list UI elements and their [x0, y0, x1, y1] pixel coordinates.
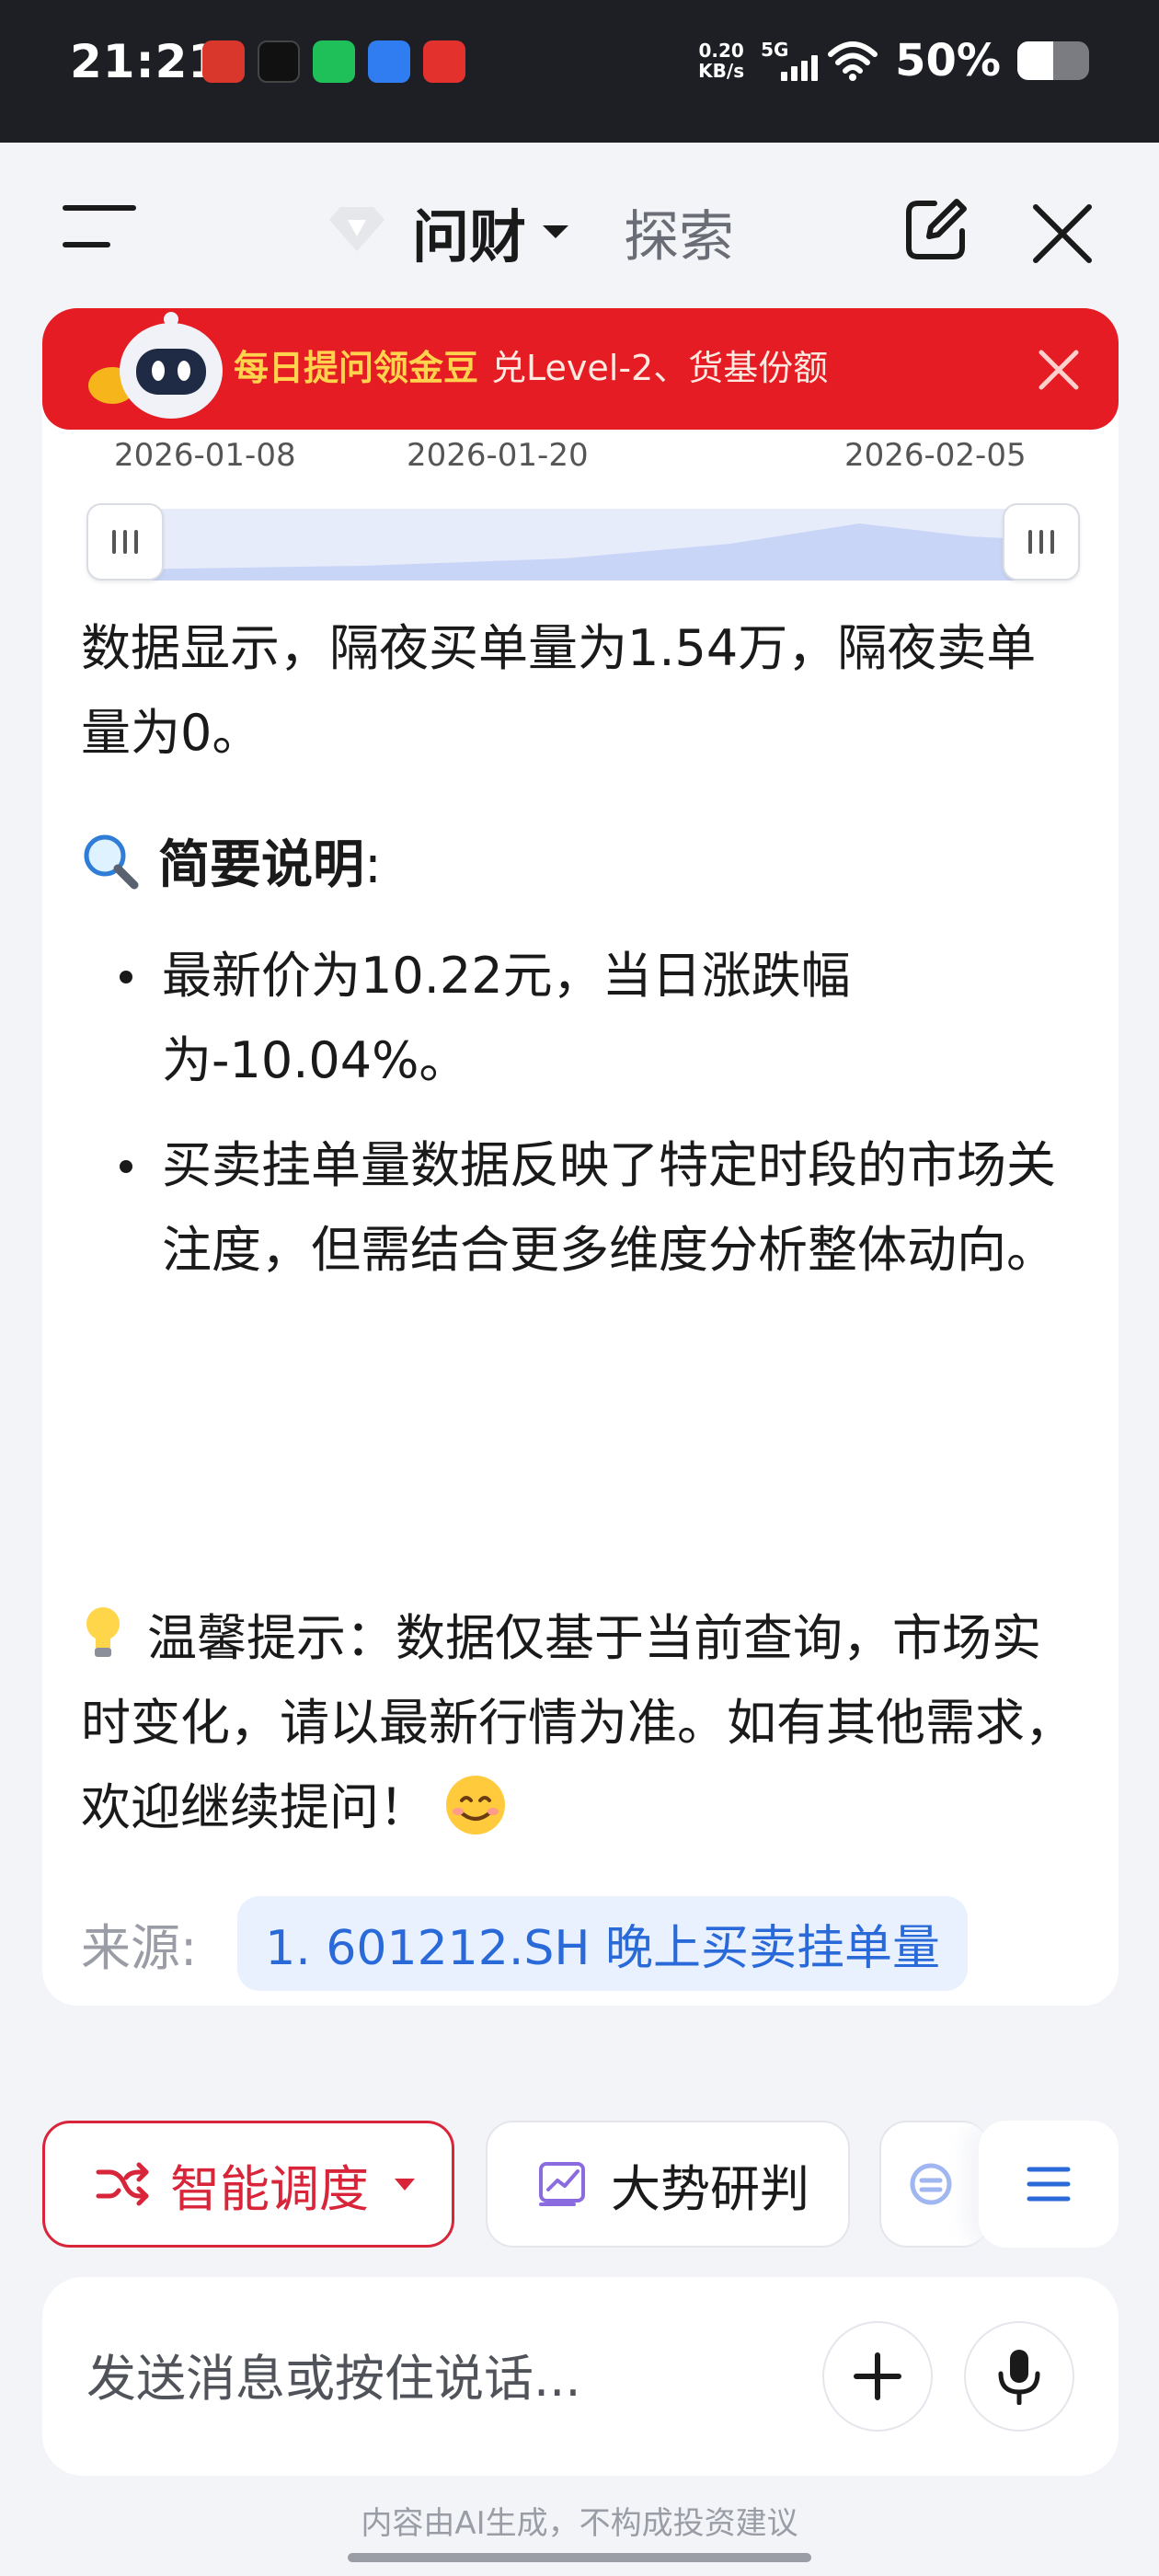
smile-emoji-icon: [446, 1776, 505, 1834]
tip-text: 温馨提示：数据仅基于当前查询，市场实时变化，请以最新行情为准。如有其他需求，欢迎…: [81, 1609, 1074, 1836]
summary-heading-colon: :: [364, 835, 382, 895]
range-preview-area: [123, 509, 1043, 581]
banner-close-icon[interactable]: [1036, 347, 1082, 393]
network-speed: 0.20 KB/s: [698, 40, 744, 81]
answer-paragraph: 数据显示，隔夜买单量为1.54万，隔夜卖单量为0。: [81, 619, 1037, 762]
source-label: 来源:: [81, 1919, 198, 1977]
summary-heading-text: 简要说明: [158, 835, 364, 895]
title-dropdown[interactable]: 问财: [412, 190, 569, 273]
status-time: 21:21: [70, 35, 222, 88]
banner-title: 每日提问领金豆: [234, 348, 479, 388]
summary-list: 最新价为10.22元，当日涨跌幅为-10.04%。 买卖挂单量数据反映了特定时段…: [81, 934, 1084, 1313]
signal-icon: 5G: [761, 39, 819, 83]
chevron-down-icon: [543, 225, 569, 238]
status-bar: 21:21 0.20 KB/s 5G 50%: [0, 0, 1159, 143]
wifi-icon: [828, 41, 878, 81]
more-menu-button[interactable]: [979, 2121, 1119, 2248]
promo-banner[interactable]: 每日提问领金豆 兑Level-2、货基份额: [42, 308, 1119, 430]
list-menu-icon: [1027, 2167, 1071, 2202]
pill-label: 智能调度: [170, 2159, 369, 2218]
battery-icon: [1017, 41, 1089, 80]
range-handle-start[interactable]: [86, 503, 164, 581]
ai-disclaimer: 内容由AI生成，不构成投资建议: [361, 2505, 798, 2542]
source-row: 来源: 1. 601212.SH 晚上买卖挂单量: [81, 1896, 969, 1991]
page-title: 问财: [412, 203, 527, 270]
chevron-down-icon: [395, 2178, 415, 2191]
network-speed-value: 0.20: [698, 40, 744, 62]
banner-subtitle: 兑Level-2、货基份额: [491, 348, 829, 388]
tab-explore[interactable]: 探索: [624, 192, 734, 272]
message-input[interactable]: [86, 2341, 841, 2415]
app-red-icon: [202, 40, 245, 83]
answer-card: 每日提问领金豆 兑Level-2、货基份额 2026-01-08 2026-01-…: [42, 308, 1119, 2006]
tip-paragraph: 温馨提示：数据仅基于当前查询，市场实时变化，请以最新行情为准。如有其他需求，欢迎…: [81, 1596, 1084, 1850]
currency-icon: [910, 2163, 952, 2205]
pill-smart-dispatch[interactable]: 智能调度: [42, 2121, 454, 2248]
chat-sheet: 问财 探索 每日提问领金豆 兑Level-2、货基份额 2026-01-08 2…: [0, 143, 1159, 2576]
wechat-icon: [313, 40, 355, 83]
edit-icon[interactable]: [901, 194, 971, 264]
voice-button[interactable]: [964, 2321, 1074, 2432]
timeline-date: 2026-01-08: [114, 437, 296, 474]
app-tiktok-icon: [258, 40, 300, 83]
list-item: 最新价为10.22元，当日涨跌幅为-10.04%。: [81, 934, 1084, 1103]
trend-chart-icon: [539, 2162, 585, 2206]
pill-partial[interactable]: [879, 2121, 990, 2248]
network-speed-unit: KB/s: [698, 60, 745, 82]
robot-mascot-icon: [88, 312, 223, 419]
range-handle-end[interactable]: [1003, 503, 1080, 581]
app-redpacket-icon: [423, 40, 465, 83]
range-slider[interactable]: [86, 503, 1080, 581]
lightbulb-icon: [86, 1607, 120, 1657]
timeline-date: 2026-02-05: [844, 437, 1027, 474]
close-icon[interactable]: [1030, 201, 1095, 266]
timeline-date: 2026-01-20: [407, 437, 589, 474]
add-button[interactable]: [822, 2321, 933, 2432]
home-indicator[interactable]: [348, 2553, 811, 2562]
quick-actions: 智能调度 大势研判: [42, 2121, 1119, 2249]
app-blue-icon: [368, 40, 410, 83]
source-link[interactable]: 1. 601212.SH 晚上买卖挂单量: [237, 1896, 969, 1991]
notification-icons: [202, 40, 465, 83]
banner-text: 每日提问领金豆 兑Level-2、货基份额: [234, 339, 828, 390]
shuffle-icon: [96, 2162, 149, 2206]
magnifier-icon: [84, 834, 139, 889]
microphone-icon: [998, 2350, 1040, 2405]
message-composer: [42, 2277, 1119, 2476]
menu-icon[interactable]: [63, 205, 136, 251]
timeline-dates: 2026-01-08 2026-01-20 2026-02-05: [42, 437, 1119, 483]
battery-fill: [1017, 41, 1053, 80]
list-item: 买卖挂单量数据反映了特定时段的市场关注度，但需结合更多维度分析整体动向。: [81, 1123, 1084, 1293]
battery-percent: 50%: [895, 35, 1001, 86]
diamond-logo-icon: [329, 207, 384, 251]
plus-icon: [854, 2352, 901, 2400]
pill-market-trend[interactable]: 大势研判: [486, 2121, 850, 2248]
summary-heading: 简要说明:: [81, 823, 382, 898]
chat-header: 问财 探索: [0, 143, 1159, 308]
pill-label: 大势研判: [611, 2159, 809, 2218]
